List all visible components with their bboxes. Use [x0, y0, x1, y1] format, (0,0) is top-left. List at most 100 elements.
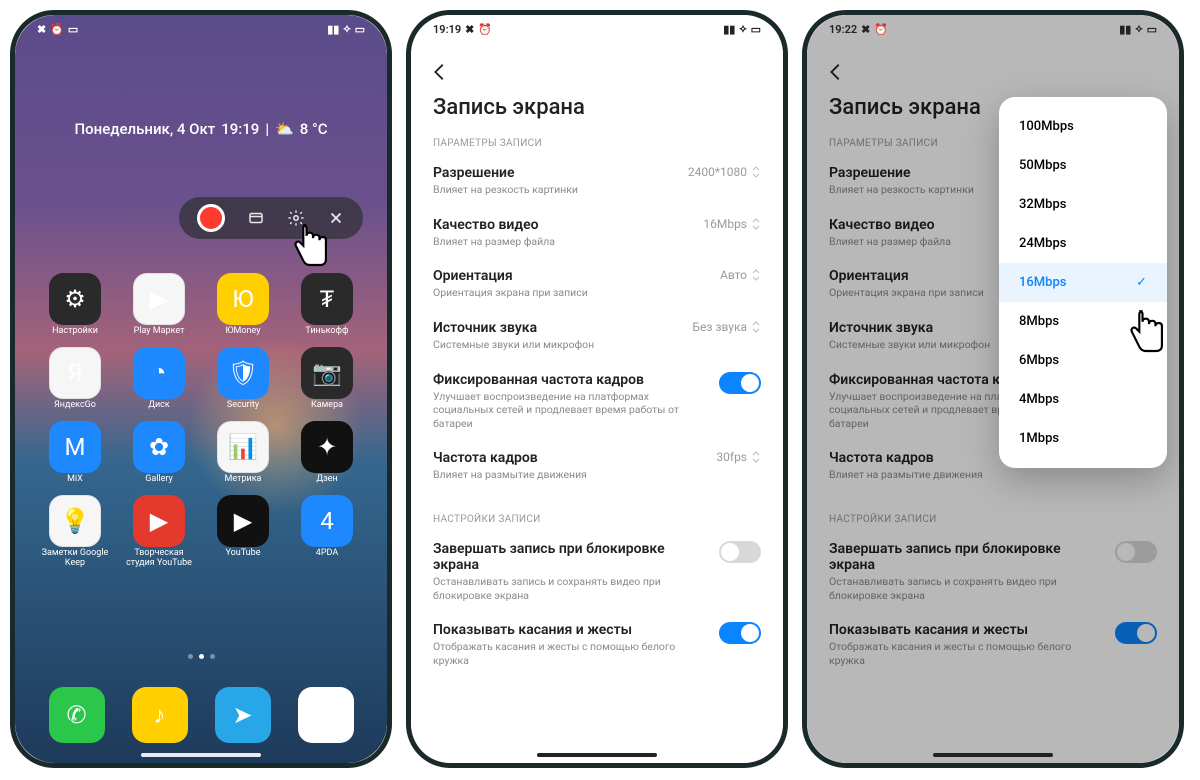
app-icon: ▶	[217, 495, 269, 547]
app-security[interactable]: 🛡Security	[203, 347, 283, 411]
preview-icon[interactable]	[247, 209, 265, 227]
option-label: 8Mbps	[1019, 314, 1059, 329]
app-label: Заметки Google Keep	[40, 549, 110, 569]
row-quality[interactable]: Качество видеоВлияет на размер файла 16M…	[411, 207, 783, 259]
alarm-icon: ⏰	[478, 23, 492, 36]
option-100Mbps[interactable]: 100Mbps	[999, 107, 1167, 146]
quality-dropdown[interactable]: 100Mbps50Mbps 32Mbps 24Mbps 16Mbps✓ 8Mbps 6Mb…	[999, 97, 1167, 468]
app-яндексgo[interactable]: ЯЯндексGo	[35, 347, 115, 411]
option-8Mbps[interactable]: 8Mbps	[999, 302, 1167, 341]
row-sound[interactable]: Источник звукаСистемные звуки или микроф…	[411, 310, 783, 362]
home-indicator[interactable]	[141, 753, 261, 757]
app-[interactable]: O	[284, 687, 367, 743]
record-button[interactable]	[197, 204, 225, 232]
app-play-маркет[interactable]: ▶Play Маркет	[119, 273, 199, 337]
row-lock-stop[interactable]: Завершать запись при блокировке экранаОс…	[411, 531, 783, 612]
alarm-icon: ⏰	[874, 23, 888, 36]
phone-settings-popup: 19:22✖⏰ ▮▮⟡▭ Запись экрана ПАРАМЕТРЫ ЗАП…	[802, 10, 1184, 768]
separator: |	[265, 120, 269, 138]
app-icon: 💡	[49, 495, 101, 547]
dnd-icon: ✖	[465, 23, 474, 36]
settings-page: 19:19✖⏰ ▮▮⟡▭ Запись экрана ПАРАМЕТРЫ ЗАП…	[411, 15, 783, 763]
toggle-show-touches[interactable]	[719, 622, 761, 644]
option-16Mbps[interactable]: 16Mbps✓	[999, 263, 1167, 302]
option-50Mbps[interactable]: 50Mbps	[999, 146, 1167, 185]
app-[interactable]: ♪	[118, 687, 201, 743]
app-[interactable]: ➤	[201, 687, 284, 743]
row-resolution[interactable]: РазрешениеВлияет на резкость картинки 24…	[411, 155, 783, 207]
wifi-icon: ⟡	[739, 22, 746, 36]
dnd-icon: ✖	[37, 23, 46, 36]
home-indicator[interactable]	[933, 753, 1053, 757]
weekday-date: Понедельник, 4 Окт	[74, 120, 215, 138]
recorder-toolbar[interactable]	[179, 197, 363, 239]
app-label: Gallery	[145, 475, 173, 485]
app-icon: 📷	[301, 347, 353, 399]
app-icon: ₮	[301, 273, 353, 325]
app-дзен[interactable]: ✦ Дзен	[287, 421, 367, 485]
app-метрика[interactable]: 📊Метрика	[203, 421, 283, 485]
app-icon: 📊	[217, 421, 269, 473]
app-заметки-google-keep[interactable]: 💡Заметки Google Keep	[35, 495, 115, 569]
app-icon: 4	[301, 495, 353, 547]
app-диск[interactable]: ◔Диск	[119, 347, 199, 411]
dock: ✆♪➤O	[35, 687, 367, 743]
app-юmoney[interactable]: ЮЮMoney	[203, 273, 283, 337]
status-right: ▮▮ ⟡ ▭	[327, 22, 365, 36]
wifi-icon: ⟡	[343, 22, 350, 36]
app-4pda[interactable]: 4 4PDA	[287, 495, 367, 569]
date-weather[interactable]: Понедельник, 4 Окт 19:19 | ⛅ 8 °C	[15, 120, 387, 138]
app-камера[interactable]: 📷Камера	[287, 347, 367, 411]
app-gallery[interactable]: ✿Gallery	[119, 421, 199, 485]
app-label: YouTube	[226, 549, 261, 559]
app-label: ЮMoney	[226, 327, 261, 337]
signal-icon: ▮▮	[327, 23, 339, 36]
row-fps[interactable]: Частота кадровВлияет на размытие движени…	[411, 440, 783, 492]
app-мix[interactable]: MМiX	[35, 421, 115, 485]
app-icon: Я	[49, 347, 101, 399]
row-fixed-fps[interactable]: Фиксированная частота кадровУлучшает вос…	[411, 362, 783, 441]
status-bar: 19:22✖⏰ ▮▮⟡▭	[807, 15, 1179, 43]
app-настройки[interactable]: ⚙Настройки	[35, 273, 115, 337]
back-button[interactable]	[429, 61, 765, 87]
check-icon: ✓	[1136, 275, 1147, 290]
page-dots[interactable]	[15, 654, 387, 659]
section-params: ПАРАМЕТРЫ ЗАПИСИ	[433, 138, 761, 149]
close-icon[interactable]	[327, 209, 345, 227]
page-title: Запись экрана	[433, 95, 761, 120]
chevron-updown-icon	[751, 165, 761, 179]
option-4Mbps[interactable]: 4Mbps	[999, 380, 1167, 419]
status-time: 19:19	[433, 23, 461, 36]
app-icon: ✆	[49, 687, 105, 743]
option-label: 24Mbps	[1019, 236, 1066, 251]
app-youtube[interactable]: ▶ YouTube	[203, 495, 283, 569]
option-label: 32Mbps	[1019, 197, 1066, 212]
gear-icon[interactable]	[287, 209, 305, 227]
option-32Mbps[interactable]: 32Mbps	[999, 185, 1167, 224]
chevron-updown-icon	[751, 217, 761, 231]
row-orientation[interactable]: ОриентацияОриентация экрана при записи А…	[411, 258, 783, 310]
status-bar: ✖ ⏰ ▭ ▮▮ ⟡ ▭	[15, 15, 387, 43]
app-label: 4PDA	[316, 549, 338, 559]
battery-icon: ▭	[751, 23, 761, 36]
app-icon: ✦	[301, 421, 353, 473]
app-label: Диск	[148, 401, 170, 411]
app-icon: ➤	[215, 687, 271, 743]
option-6Mbps[interactable]: 6Mbps	[999, 341, 1167, 380]
dnd-icon: ✖	[861, 23, 870, 36]
app-label: Дзен	[316, 475, 337, 485]
toggle-fixed-fps[interactable]	[719, 372, 761, 394]
option-label: 1Mbps	[1019, 431, 1059, 446]
home-indicator[interactable]	[537, 753, 657, 757]
toggle-lock-stop[interactable]	[719, 541, 761, 563]
option-1Mbps[interactable]: 1Mbps	[999, 419, 1167, 458]
app-[interactable]: ✆	[35, 687, 118, 743]
app-творческая-студия-youtube[interactable]: ▶Творческая студия YouTube	[119, 495, 199, 569]
option-24Mbps[interactable]: 24Mbps	[999, 224, 1167, 263]
wifi-icon: ⟡	[1135, 22, 1142, 36]
app-label: Play Маркет	[134, 327, 185, 337]
battery-icon: ▭	[355, 23, 365, 36]
app-тинькофф[interactable]: ₮Тинькофф	[287, 273, 367, 337]
app-icon: M	[49, 421, 101, 473]
row-show-touches[interactable]: Показывать касания и жестыОтображать кас…	[411, 612, 783, 677]
